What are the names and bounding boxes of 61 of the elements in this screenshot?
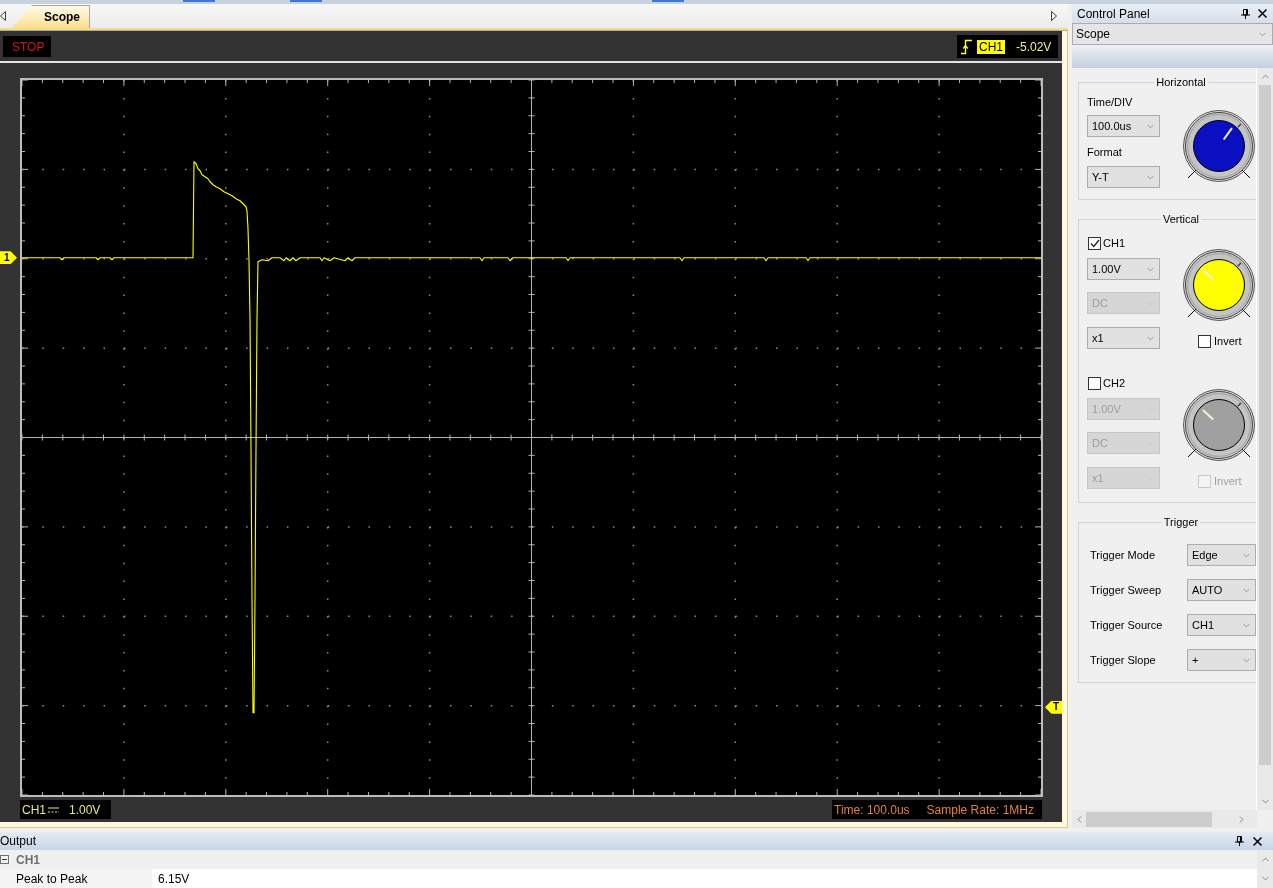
timebase-dropdown[interactable]: 100.0us — [1087, 115, 1160, 137]
output-title: Output — [0, 833, 37, 850]
checkbox-label: CH1 — [1103, 235, 1125, 251]
probe-ratio-dropdown[interactable]: x1 — [1087, 327, 1160, 349]
checkbox[interactable] — [1088, 376, 1101, 390]
property-value-cell: 6.15V — [152, 869, 1257, 888]
panel-title: Control Panel — [1077, 5, 1150, 23]
pin-icon[interactable] — [1241, 8, 1250, 19]
collapse-icon[interactable] — [0, 855, 9, 864]
channel-offset-marker[interactable]: 1 — [0, 251, 17, 265]
field-label: Trigger Mode — [1090, 547, 1155, 563]
volts-per-div-label: 1.00V — [69, 801, 101, 819]
pin-icon[interactable] — [1235, 836, 1244, 846]
horizontal-scrollbar[interactable] — [1072, 810, 1257, 828]
checkbox-label: Invert — [1214, 333, 1242, 349]
section-title: Horizontal — [1154, 75, 1208, 89]
trigger-slope-dropdown[interactable]: + — [1187, 649, 1256, 671]
format-dropdown[interactable]: Y-T — [1087, 166, 1160, 188]
run-stop-status: STOP — [3, 36, 51, 57]
document-tab[interactable]: Scope — [12, 5, 90, 28]
field-label: Time/DIV — [1087, 95, 1134, 109]
volts-knob[interactable] — [1183, 249, 1255, 321]
trigger-level-readout: -5.02V — [1016, 39, 1052, 54]
toolbar-button-edge[interactable] — [290, 0, 322, 2]
section-title: Trigger — [1161, 515, 1201, 529]
vertical-scrollbar[interactable] — [1257, 68, 1273, 810]
scrollbar-thumb[interactable] — [1086, 811, 1212, 827]
toolbar-button-edge[interactable] — [652, 0, 684, 2]
field-label: Trigger Sweep — [1090, 582, 1162, 598]
vertical-scrollbar[interactable] — [1257, 850, 1273, 888]
checkbox-label: CH2 — [1103, 375, 1125, 391]
view-dropdown[interactable]: Scope — [1072, 23, 1273, 45]
scroll-right-icon[interactable] — [1051, 11, 1057, 21]
checkbox[interactable] — [1198, 334, 1211, 348]
property-name-cell: Peak to Peak — [0, 869, 152, 888]
close-icon[interactable] — [1253, 836, 1262, 846]
timebase-label: Time: 100.0us — [834, 801, 910, 819]
checkbox-label: Invert — [1214, 473, 1242, 489]
timebase-knob[interactable] — [1183, 110, 1255, 182]
field-label: Format — [1087, 145, 1123, 159]
trigger-mode-dropdown[interactable]: Edge — [1187, 544, 1256, 566]
section-title: Vertical — [1160, 212, 1202, 226]
checkmark-icon — [1089, 238, 1100, 248]
field-label: Trigger Source — [1090, 617, 1163, 633]
sample-rate-label: Sample Rate: 1MHz — [926, 801, 1034, 819]
scrollbar-thumb[interactable] — [1259, 85, 1271, 765]
trigger-sweep-dropdown[interactable]: AUTO — [1187, 579, 1256, 601]
field-label: Trigger Slope — [1090, 652, 1156, 668]
toolbar-button-edge[interactable] — [183, 0, 215, 2]
dc-coupling-icon — [48, 806, 59, 813]
scroll-left-icon[interactable] — [0, 11, 6, 21]
trigger-source-dropdown[interactable]: CH1 — [1187, 614, 1256, 636]
checkbox[interactable] — [1088, 236, 1101, 250]
volts-knob[interactable] — [1183, 389, 1255, 461]
close-icon[interactable] — [1258, 9, 1267, 18]
trigger-source-label: CH1 — [977, 39, 1005, 54]
rising-edge-icon — [961, 38, 972, 55]
group-label: CH1 — [16, 851, 40, 869]
trigger-level-marker[interactable]: T — [1045, 700, 1062, 714]
volts-per-div-dropdown[interactable]: 1.00V — [1087, 258, 1160, 280]
channel-name-label: CH1 — [22, 801, 46, 819]
